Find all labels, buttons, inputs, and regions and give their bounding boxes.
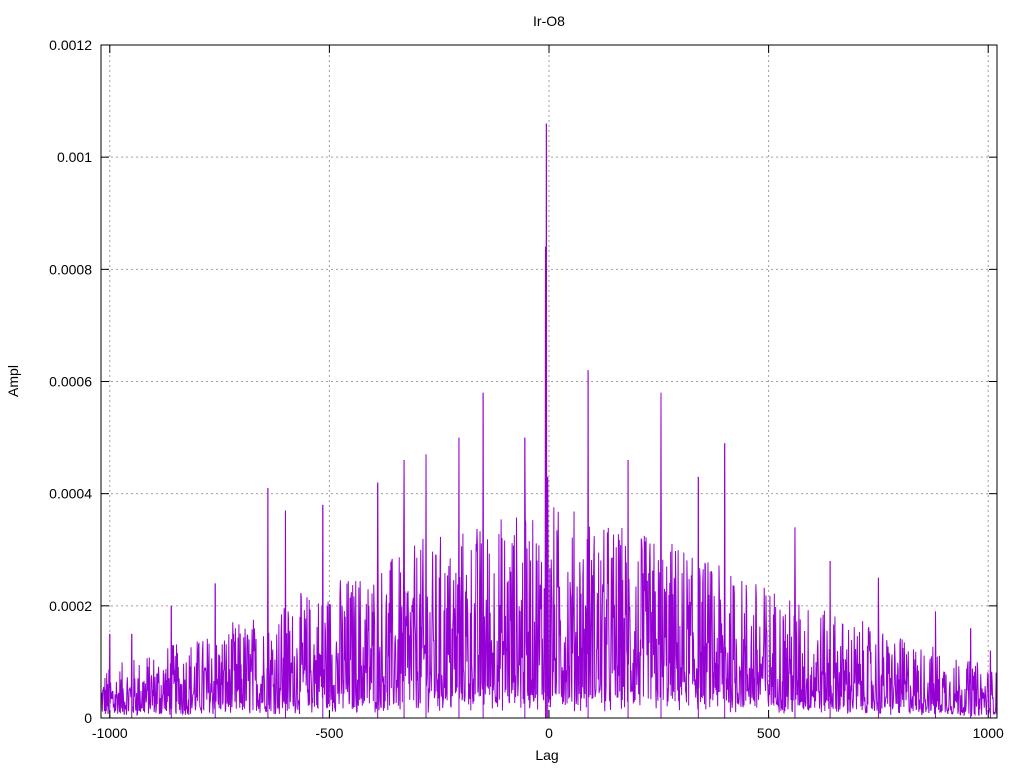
chart-title: Ir-O8	[533, 13, 565, 29]
y-tick-label: 0.0002	[49, 598, 92, 614]
y-tick-label: 0.0012	[49, 37, 92, 53]
x-tick-label: 1000	[973, 725, 1004, 741]
y-tick-label: 0	[84, 710, 92, 726]
x-tick-label: -500	[315, 725, 343, 741]
y-axis-title: Ampl	[5, 365, 21, 397]
x-tick-label: -1000	[92, 725, 128, 741]
y-tick-label: 0.001	[57, 149, 92, 165]
y-tick-label: 0.0008	[49, 261, 92, 277]
x-tick-label: 0	[545, 725, 553, 741]
x-axis-title: Lag	[535, 747, 558, 763]
y-tick-label: 0.0006	[49, 374, 92, 390]
y-tick-label: 0.0004	[49, 486, 92, 502]
x-tick-label: 500	[757, 725, 781, 741]
chart: -1000 -500 0 500 1000 0 0.0002 0.0004 0.0006 0.00…	[5, 13, 1004, 763]
grid-lines	[101, 45, 997, 718]
series-line	[100, 123, 998, 717]
